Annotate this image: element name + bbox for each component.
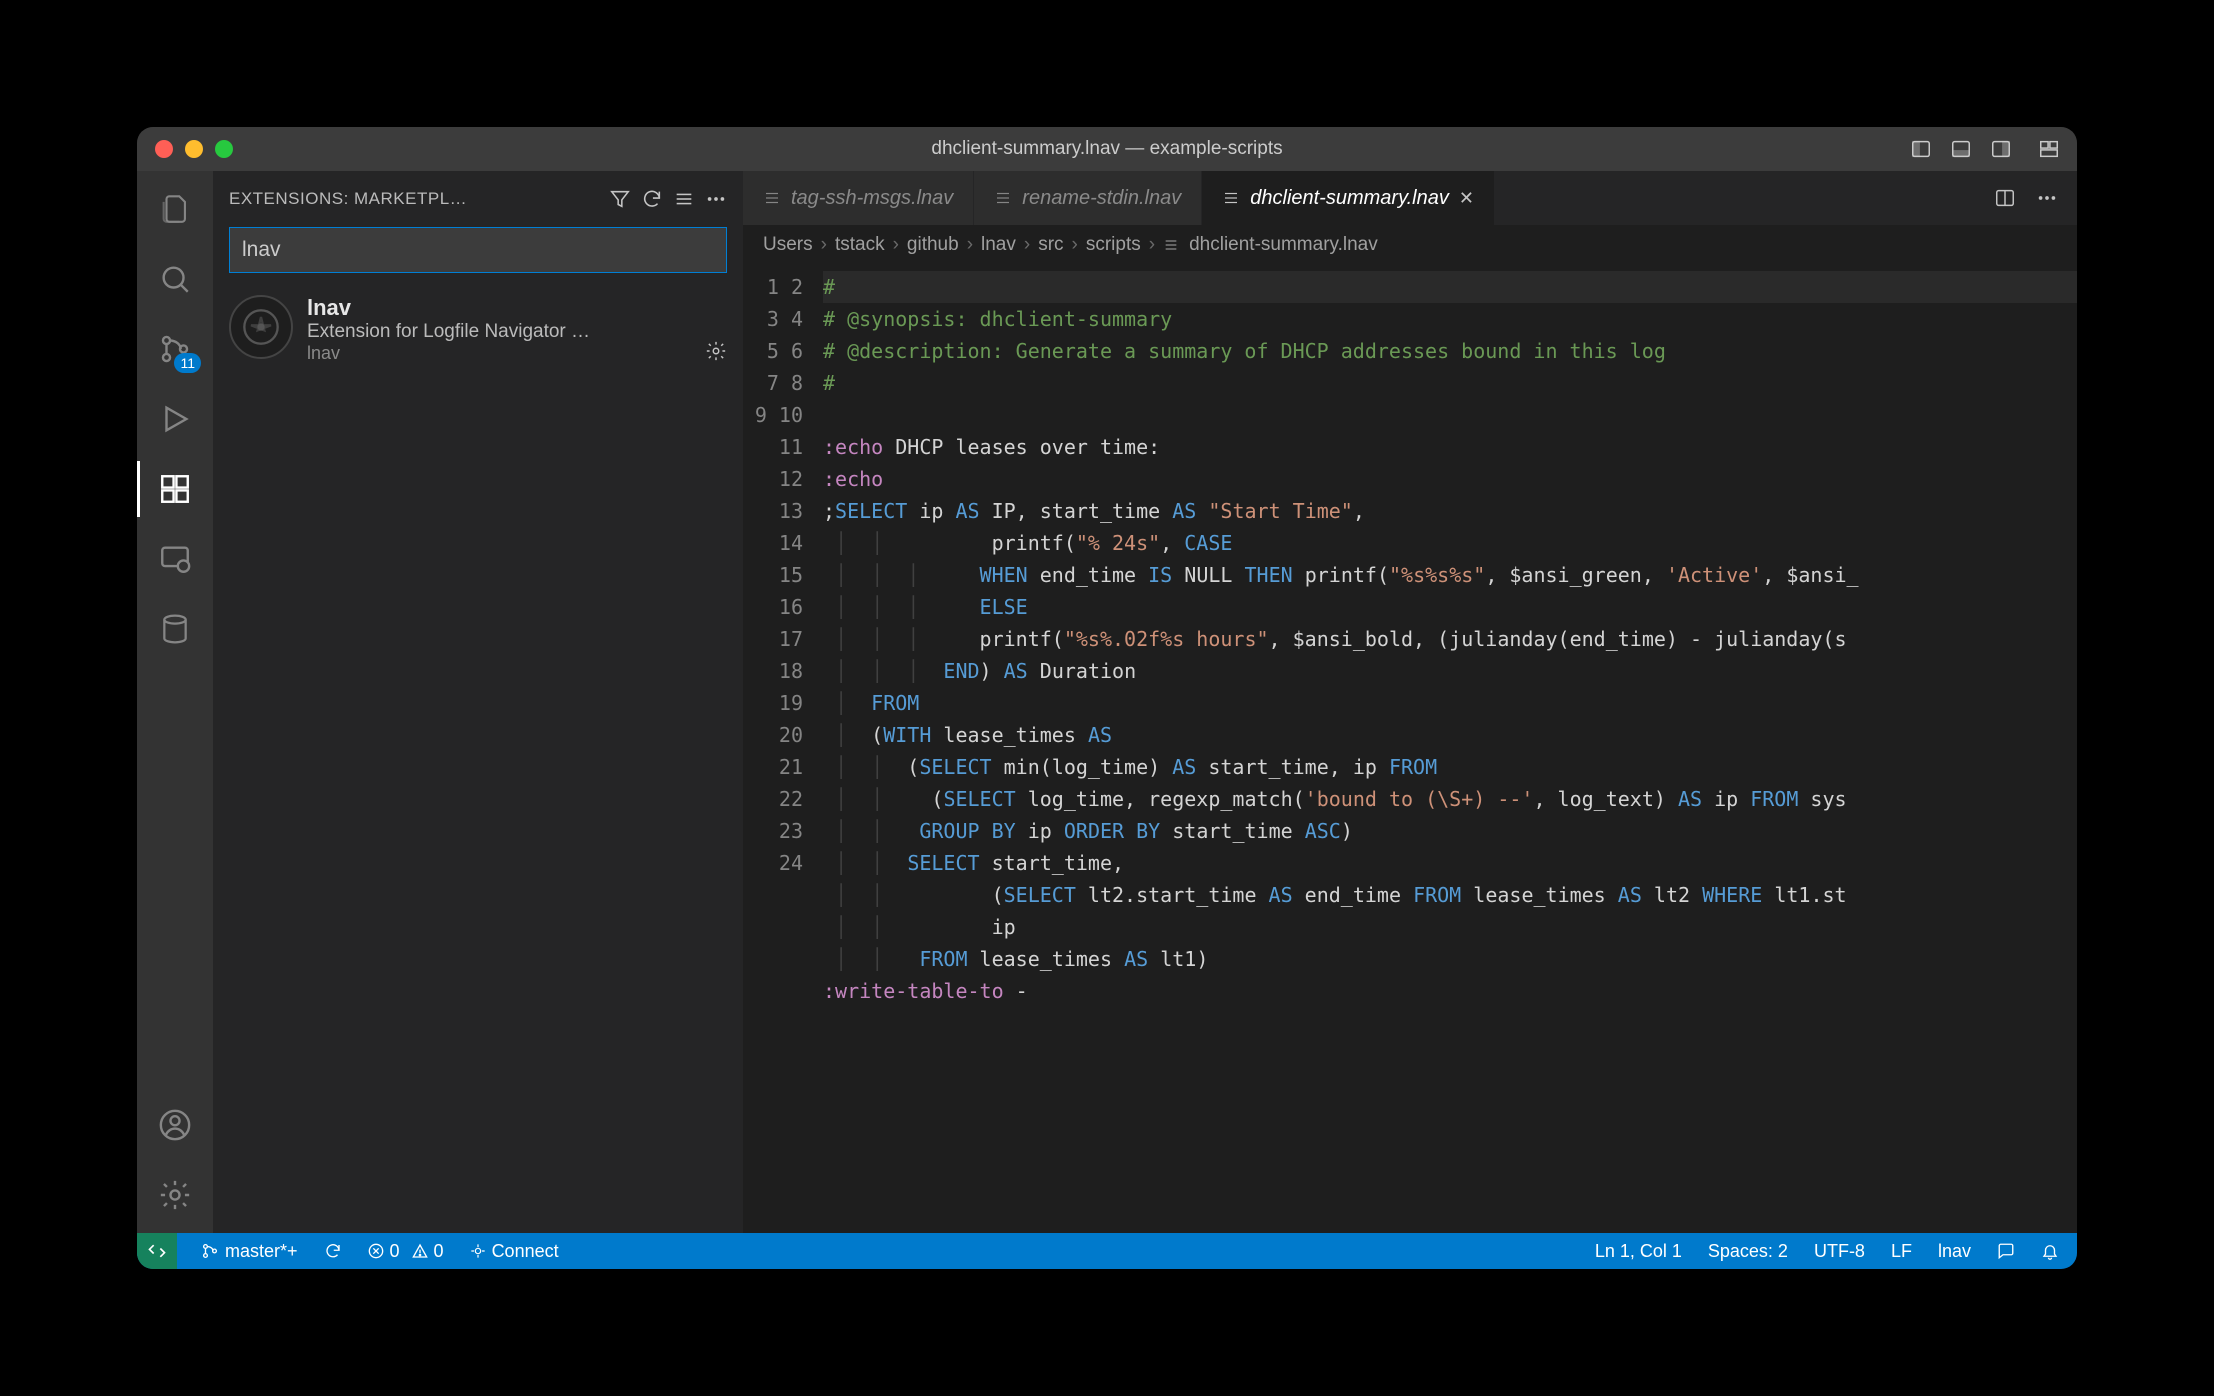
tab-label: rename-stdin.lnav	[1022, 187, 1181, 210]
status-eol[interactable]: LF	[1887, 1241, 1916, 1262]
status-encoding[interactable]: UTF-8	[1810, 1241, 1869, 1262]
code-editor[interactable]: 1 2 3 4 5 6 7 8 9 10 11 12 13 14 15 16 1…	[743, 265, 2077, 1233]
extension-item[interactable]: lnav Extension for Logfile Navigator … l…	[213, 283, 743, 376]
maximize-window-button[interactable]	[215, 140, 233, 158]
code-content[interactable]: # # @synopsis: dhclient-summary # @descr…	[823, 265, 2077, 1233]
extension-publisher: lnav	[307, 343, 727, 364]
extension-manage-gear-icon[interactable]	[705, 340, 727, 362]
close-window-button[interactable]	[155, 140, 173, 158]
editor-tabs: tag-ssh-msgs.lnav rename-stdin.lnav dhcl…	[743, 171, 2077, 225]
titlebar-layout-controls	[1909, 137, 2077, 161]
search-view-icon[interactable]	[155, 259, 195, 299]
window-controls	[137, 140, 233, 158]
crumb[interactable]: github	[907, 234, 959, 256]
body: 11 EXTENSIONS: MA	[137, 171, 2077, 1233]
toggle-primary-sidebar-icon[interactable]	[1909, 137, 1933, 161]
errors-count: 0	[390, 1241, 400, 1262]
activity-bar: 11	[137, 171, 213, 1233]
crumb[interactable]: lnav	[981, 234, 1016, 256]
refresh-icon[interactable]	[641, 188, 663, 210]
accounts-icon[interactable]	[155, 1105, 195, 1145]
clear-icon[interactable]	[673, 188, 695, 210]
tab-tag-ssh-msgs[interactable]: tag-ssh-msgs.lnav	[743, 171, 974, 225]
customize-layout-icon[interactable]	[2037, 137, 2061, 161]
tab-label: tag-ssh-msgs.lnav	[791, 187, 953, 210]
scm-badge: 11	[174, 353, 201, 373]
status-notifications-icon[interactable]	[2037, 1242, 2063, 1260]
toggle-secondary-sidebar-icon[interactable]	[1989, 137, 2013, 161]
status-bar: master*+ 0 0 Connect Ln 1, Col 1 Spaces:…	[137, 1233, 2077, 1269]
explorer-view-icon[interactable]	[155, 189, 195, 229]
crumb[interactable]: tstack	[835, 234, 885, 256]
status-connect[interactable]: Connect	[466, 1241, 563, 1262]
connect-label: Connect	[492, 1241, 559, 1262]
breadcrumb[interactable]: Users› tstack› github› lnav› src› script…	[743, 225, 2077, 265]
editor-actions	[1993, 171, 2077, 225]
source-control-icon[interactable]: 11	[155, 329, 195, 369]
more-actions-icon[interactable]	[705, 188, 727, 210]
run-debug-icon[interactable]	[155, 399, 195, 439]
status-spaces[interactable]: Spaces: 2	[1704, 1241, 1792, 1262]
database-icon[interactable]	[155, 609, 195, 649]
crumb-file-label: dhclient-summary.lnav	[1189, 234, 1378, 256]
editor-more-icon[interactable]	[2035, 186, 2059, 210]
extension-icon	[229, 295, 293, 359]
crumb[interactable]: scripts	[1086, 234, 1141, 256]
status-right: Ln 1, Col 1 Spaces: 2 UTF-8 LF lnav	[1577, 1241, 2077, 1262]
tab-close-icon[interactable]: ✕	[1459, 188, 1474, 209]
line-numbers: 1 2 3 4 5 6 7 8 9 10 11 12 13 14 15 16 1…	[743, 265, 823, 1233]
minimize-window-button[interactable]	[185, 140, 203, 158]
extensions-search-input[interactable]	[229, 227, 727, 273]
vscode-window: dhclient-summary.lnav — example-scripts	[137, 127, 2077, 1269]
split-editor-icon[interactable]	[1993, 186, 2017, 210]
sidebar-extensions: EXTENSIONS: MARKETPL…	[213, 171, 743, 1233]
extension-description: Extension for Logfile Navigator …	[307, 321, 727, 343]
tab-rename-stdin[interactable]: rename-stdin.lnav	[974, 171, 1202, 225]
status-lncol[interactable]: Ln 1, Col 1	[1591, 1241, 1686, 1262]
status-branch[interactable]: master*+	[197, 1241, 302, 1262]
filter-icon[interactable]	[609, 188, 631, 210]
tab-label: dhclient-summary.lnav	[1250, 187, 1449, 210]
window-title: dhclient-summary.lnav — example-scripts	[931, 138, 1282, 160]
editor-area: tag-ssh-msgs.lnav rename-stdin.lnav dhcl…	[743, 171, 2077, 1233]
sidebar-title: EXTENSIONS: MARKETPL…	[229, 189, 599, 209]
status-feedback-icon[interactable]	[1993, 1242, 2019, 1260]
extensions-view-icon[interactable]	[155, 469, 195, 509]
sidebar-header: EXTENSIONS: MARKETPL…	[213, 171, 743, 227]
settings-gear-icon[interactable]	[155, 1175, 195, 1215]
status-left: master*+ 0 0 Connect	[183, 1241, 577, 1262]
crumb[interactable]: src	[1038, 234, 1063, 256]
status-problems[interactable]: 0 0	[364, 1241, 448, 1262]
status-language[interactable]: lnav	[1934, 1241, 1975, 1262]
titlebar: dhclient-summary.lnav — example-scripts	[137, 127, 2077, 171]
search-wrapper	[213, 227, 743, 283]
status-sync[interactable]	[320, 1242, 346, 1260]
extension-name: lnav	[307, 295, 727, 321]
remote-indicator[interactable]	[137, 1233, 177, 1269]
remote-explorer-icon[interactable]	[155, 539, 195, 579]
toggle-panel-icon[interactable]	[1949, 137, 1973, 161]
crumb[interactable]: Users	[763, 234, 813, 256]
branch-label: master*+	[225, 1241, 298, 1262]
extension-meta: lnav Extension for Logfile Navigator … l…	[307, 295, 727, 364]
warnings-count: 0	[434, 1241, 444, 1262]
tab-dhclient-summary[interactable]: dhclient-summary.lnav ✕	[1202, 171, 1495, 225]
extensions-list: lnav Extension for Logfile Navigator … l…	[213, 283, 743, 1233]
crumb-file[interactable]: dhclient-summary.lnav	[1163, 234, 1378, 256]
